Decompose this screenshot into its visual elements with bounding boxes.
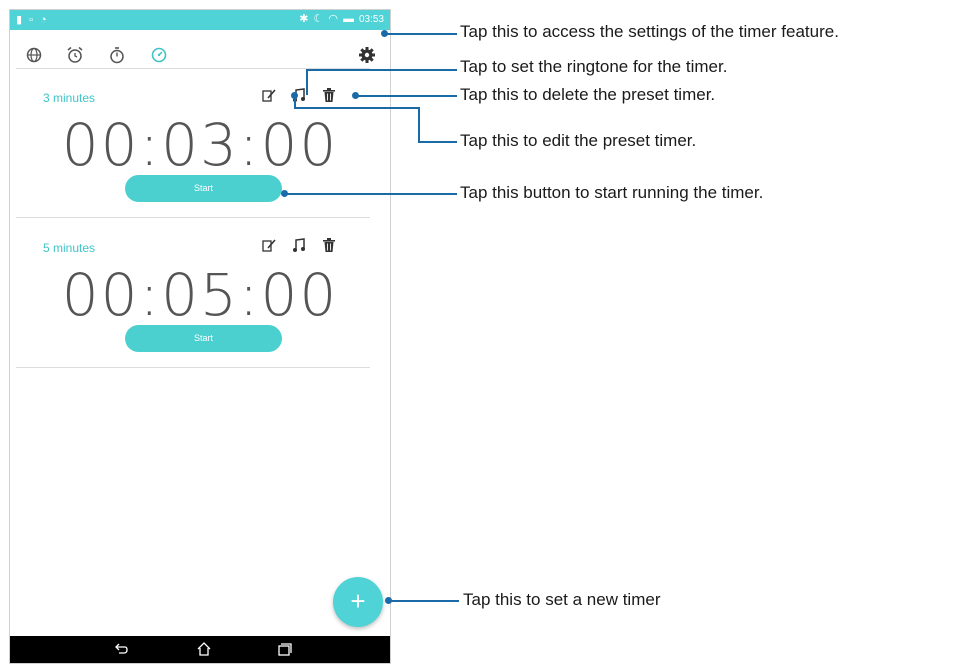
start-button[interactable]: Start (125, 175, 282, 202)
sync-icon: ◔ (39, 14, 47, 26)
trash-icon (323, 238, 335, 252)
edit-icon (262, 89, 276, 102)
callout-line (356, 95, 457, 97)
delete-timer-button[interactable] (321, 87, 337, 103)
music-note-icon (293, 238, 305, 252)
edit-icon (262, 239, 276, 252)
screenshot-icon: ▫ (29, 14, 33, 26)
divider (16, 367, 370, 368)
settings-button[interactable] (358, 46, 376, 64)
recent-apps-button[interactable] (277, 641, 293, 657)
callout-line (418, 141, 457, 143)
status-bar: ▮ ▫ ◔ ✱ ☾ ◠ ▬ 03:53 (10, 10, 390, 30)
delete-timer-button[interactable] (321, 237, 337, 253)
callout-edit: Tap this to edit the preset timer. (460, 131, 697, 150)
back-icon (115, 643, 128, 654)
globe-icon (26, 47, 42, 63)
home-icon (197, 642, 211, 656)
callout-line (294, 107, 419, 109)
callout-settings: Tap this to access the settings of the t… (460, 22, 839, 41)
callout-line (306, 69, 457, 71)
callout-line (389, 600, 459, 602)
callout-new-timer: Tap this to set a new timer (463, 590, 661, 609)
sim-icon: ▮ (16, 14, 23, 26)
timer-card: 5 minutes 00:05:00 Start (10, 238, 390, 391)
callout-line (385, 33, 457, 35)
start-button[interactable]: Start (125, 325, 282, 352)
edit-timer-button[interactable] (261, 87, 277, 103)
status-time: 03:53 (358, 13, 384, 25)
gear-icon (359, 47, 375, 63)
add-timer-button[interactable]: + (333, 577, 383, 627)
callout-line (285, 193, 457, 195)
back-button[interactable] (113, 641, 129, 657)
timer-card: 3 minutes 00:03:00 Start (10, 88, 390, 241)
wifi-icon: ◠ (328, 13, 338, 25)
callout-ringtone: Tap to set the ringtone for the timer. (460, 57, 728, 76)
callout-start: Tap this button to start running the tim… (460, 183, 764, 202)
divider (16, 217, 370, 218)
bluetooth-icon: ✱ (299, 13, 309, 25)
tab-stopwatch[interactable] (108, 46, 126, 64)
tab-world-clock[interactable] (25, 46, 43, 64)
alarm-icon (67, 46, 83, 63)
stopwatch-icon (110, 47, 124, 64)
battery-icon: ▬ (342, 13, 354, 25)
moon-icon: ☾ (313, 13, 324, 25)
home-button[interactable] (196, 641, 212, 657)
callout-delete: Tap this to delete the preset timer. (460, 85, 716, 104)
timer-display: 00:03:00 (61, 111, 339, 179)
timer-display: 00:05:00 (61, 261, 339, 329)
timer-label: 5 minutes (43, 241, 96, 255)
ringtone-button[interactable] (291, 237, 307, 253)
recent-apps-icon (278, 643, 292, 656)
callout-line (306, 69, 308, 95)
callout-line (418, 107, 420, 142)
timer-icon (151, 47, 167, 63)
timer-label: 3 minutes (43, 91, 96, 105)
tab-timer[interactable] (150, 46, 168, 64)
navigation-bar (10, 636, 390, 663)
trash-icon (323, 88, 335, 102)
edit-timer-button[interactable] (261, 237, 277, 253)
tab-alarm[interactable] (66, 46, 84, 64)
